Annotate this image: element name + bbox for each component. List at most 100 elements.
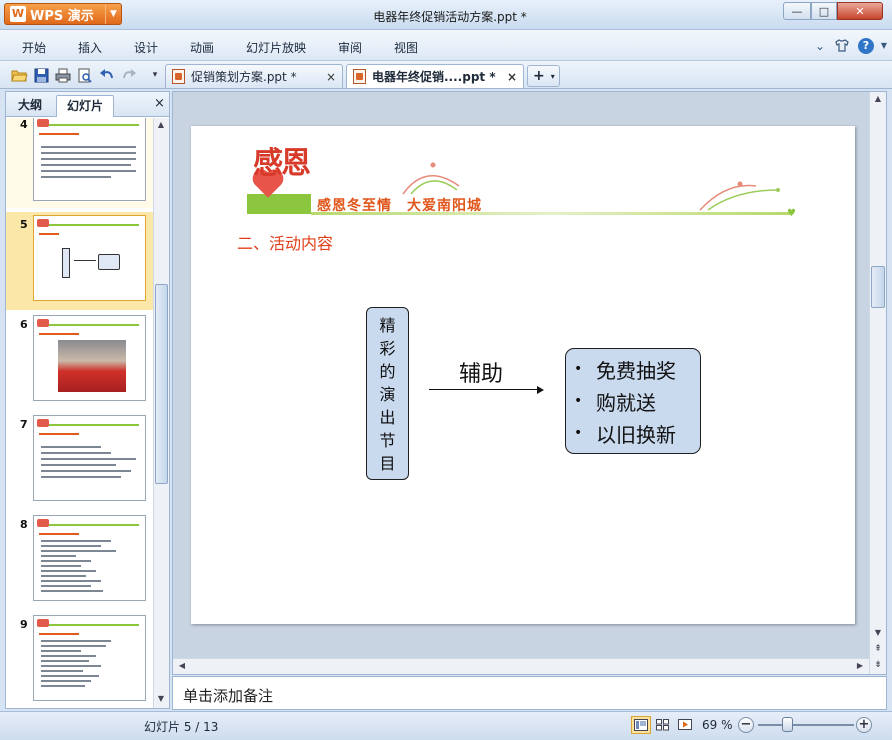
window-title: 电器年终促销活动方案.ppt *: [373, 10, 527, 24]
document-tab-active[interactable]: 电器年终促销....ppt * ×: [346, 64, 524, 88]
tab-label: 促销策划方案.ppt *: [191, 70, 297, 84]
editor-horizontal-scrollbar[interactable]: ◀ ▶: [173, 658, 869, 674]
panel-scrollbar[interactable]: ▲ ▼: [153, 118, 169, 708]
scrollbar-thumb[interactable]: [871, 266, 885, 308]
arrow-label[interactable]: 辅助: [459, 356, 503, 388]
thumb-text-line: [41, 570, 96, 572]
help-icon[interactable]: ?: [858, 38, 874, 54]
vertical-text-box[interactable]: 精彩的演出节目: [366, 307, 409, 480]
thumb-header: [37, 119, 139, 128]
scroll-down-icon[interactable]: ▼: [871, 626, 885, 640]
tab-slides[interactable]: 幻灯片: [56, 95, 115, 117]
slide-sorter-icon[interactable]: [653, 716, 673, 734]
slide-preview: [33, 515, 146, 601]
next-slide-icon[interactable]: ⇟: [871, 658, 885, 672]
slide-thumbnail-9[interactable]: 9: [6, 612, 153, 708]
undo-icon[interactable]: [98, 66, 116, 84]
close-tab-icon[interactable]: ×: [507, 70, 517, 84]
slide-thumbnail-8[interactable]: 8: [6, 512, 153, 608]
thumb-text-line: [41, 580, 101, 582]
slide-thumbnail-5[interactable]: 5: [6, 212, 153, 310]
chevron-down-icon[interactable]: ▾: [551, 72, 555, 81]
thumb-text-line: [41, 585, 91, 587]
maximize-button[interactable]: □: [811, 2, 837, 20]
chevron-down-icon: ▼: [105, 4, 121, 24]
slideshow-play-icon[interactable]: [675, 716, 695, 734]
thumb-header: [37, 619, 139, 628]
new-tab-button[interactable]: + ▾: [527, 65, 560, 87]
menu-design[interactable]: 设计: [134, 39, 158, 56]
scrollbar-thumb[interactable]: [155, 284, 168, 484]
chevron-down-icon[interactable]: ⌄: [812, 39, 828, 53]
menu-home[interactable]: 开始: [22, 39, 46, 56]
minimize-button[interactable]: —: [783, 2, 811, 20]
close-panel-icon[interactable]: ×: [154, 96, 165, 111]
thumb-title: [39, 533, 79, 535]
open-folder-icon[interactable]: [10, 66, 28, 84]
small-heart-icon: ♥: [787, 208, 796, 219]
slide-heading[interactable]: 二、活动内容: [237, 230, 333, 254]
previous-slide-icon[interactable]: ⇞: [871, 642, 885, 656]
menu-insert[interactable]: 插入: [78, 39, 102, 56]
customize-toolbar-icon[interactable]: ▾: [146, 66, 164, 84]
arrow-head-icon: [537, 386, 544, 394]
scroll-right-icon[interactable]: ▶: [853, 659, 867, 673]
slide-preview: [33, 215, 146, 301]
thumb-text-line: [41, 540, 111, 542]
thumb-text-line: [41, 560, 91, 562]
thumb-text-line: [41, 640, 111, 642]
thumb-title: [39, 333, 79, 335]
slide-thumbnail-4[interactable]: 4: [6, 118, 153, 208]
slide-number: 5: [20, 218, 28, 231]
slide-number: 6: [20, 318, 28, 331]
app-menu-button[interactable]: W WPS 演示 ▼: [4, 3, 122, 25]
zoom-slider-handle[interactable]: [782, 717, 794, 732]
slide-editor: 感恩 ♥ 感恩冬至情 大爱南阳城 二、活动内容 精彩的演出节目 辅助 • 免费抽奖…: [172, 91, 887, 675]
menu-animation[interactable]: 动画: [190, 39, 214, 56]
thumb-text-line: [41, 470, 131, 472]
thumb-text-line: [41, 176, 111, 178]
menu-review[interactable]: 审阅: [338, 39, 362, 56]
print-icon[interactable]: [54, 66, 72, 84]
thumb-text-line: [41, 665, 101, 667]
menu-slideshow[interactable]: 幻灯片放映: [246, 39, 306, 56]
chevron-down-icon[interactable]: ▼: [876, 39, 892, 53]
thumb-title: [39, 433, 79, 435]
zoom-slider-track[interactable]: [758, 724, 854, 726]
scroll-up-icon[interactable]: ▲: [871, 92, 885, 106]
slide-number: 7: [20, 418, 28, 431]
save-icon[interactable]: [32, 66, 50, 84]
thumb-text-line: [41, 685, 85, 687]
redo-icon[interactable]: [120, 66, 138, 84]
scroll-up-icon[interactable]: ▲: [154, 118, 168, 132]
notes-area[interactable]: 单击添加备注: [172, 676, 887, 710]
close-button[interactable]: ✕: [837, 2, 883, 20]
editor-vertical-scrollbar[interactable]: ▲ ▼ ⇞ ⇟: [869, 92, 886, 674]
thumb-text-line: [41, 550, 116, 552]
list-item: • 购就送: [572, 385, 700, 417]
zoom-in-button[interactable]: +: [856, 717, 872, 733]
zoom-out-button[interactable]: −: [738, 717, 754, 733]
menu-bar: 开始 插入 设计 动画 幻灯片放映 审阅 视图 ⌄ ? ▼: [0, 30, 892, 61]
print-preview-icon[interactable]: [76, 66, 94, 84]
slide-thumbnail-6[interactable]: 6: [6, 312, 153, 408]
scroll-down-icon[interactable]: ▼: [154, 692, 168, 706]
slide-thumbnail-7[interactable]: 7: [6, 412, 153, 508]
normal-view-icon[interactable]: [631, 716, 651, 734]
skin-shirt-icon[interactable]: [834, 39, 850, 53]
thumb-text-line: [41, 575, 86, 577]
scroll-left-icon[interactable]: ◀: [175, 659, 189, 673]
document-tab-promo-plan[interactable]: 促销策划方案.ppt * ×: [165, 64, 343, 88]
tab-outline[interactable]: 大纲: [8, 95, 52, 117]
list-item-text: 购就送: [596, 390, 656, 415]
thumb-text-line: [41, 170, 136, 172]
thumb-text-line: [41, 645, 106, 647]
decorative-swoosh-icon: [402, 162, 460, 195]
connector-arrow[interactable]: [429, 389, 539, 390]
slide-preview: [33, 415, 146, 501]
current-slide[interactable]: 感恩 ♥ 感恩冬至情 大爱南阳城 二、活动内容 精彩的演出节目 辅助 • 免费抽奖…: [191, 126, 855, 624]
menu-view[interactable]: 视图: [394, 39, 418, 56]
close-tab-icon[interactable]: ×: [326, 70, 336, 84]
thumb-text-line: [41, 670, 83, 672]
bullet-list-box[interactable]: • 免费抽奖 • 购就送 • 以旧换新: [565, 348, 701, 454]
